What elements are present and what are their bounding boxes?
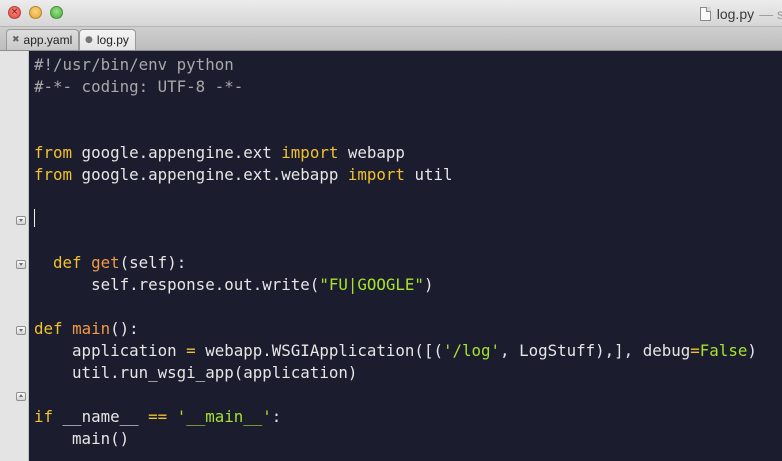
code-line[interactable]: application = webapp.WSGIApplication([('… <box>34 340 757 362</box>
code-token: = <box>690 341 700 360</box>
code-line[interactable]: def get(self): <box>34 252 186 274</box>
code-line[interactable]: main() <box>34 428 129 450</box>
tab-log-py[interactable]: ● log.py <box>79 29 136 50</box>
close-icon: × <box>10 7 19 17</box>
code-token: import <box>281 143 339 162</box>
document-icon <box>699 6 711 21</box>
close-window-button[interactable]: × <box>8 6 21 19</box>
fold-toggle-icon[interactable] <box>16 216 26 225</box>
code-line[interactable]: util.run_wsgi_app(application) <box>34 362 357 384</box>
code-token: __name__ <box>53 407 149 426</box>
window-title-area: log.py — s <box>699 0 782 27</box>
tab-label: app.yaml <box>23 33 73 47</box>
code-token: get <box>91 253 120 272</box>
tab-app-yaml[interactable]: ✖ app.yaml <box>6 29 80 50</box>
code-line[interactable]: from google.appengine.ext.webapp import … <box>34 164 453 186</box>
code-token: class <box>34 209 82 228</box>
code-line[interactable]: if __name__ == '__main__': <box>34 406 281 428</box>
code-token: google.appengine.ext.webapp <box>72 165 348 184</box>
code-token: ) <box>423 275 434 294</box>
code-token: : <box>271 407 282 426</box>
text-cursor <box>34 209 35 227</box>
code-token: util <box>404 165 453 184</box>
code-line[interactable]: class LogStuff(webapp.RequestHandler): <box>0 208 782 230</box>
code-line[interactable]: from google.appengine.ext import webapp <box>34 142 405 164</box>
unsaved-dot-icon[interactable]: ● <box>85 35 93 45</box>
code-token: application <box>34 341 187 360</box>
code-token: webapp <box>338 143 405 162</box>
code-token: webapp.RequestHandler <box>176 209 377 228</box>
minimize-window-button[interactable] <box>29 6 42 19</box>
code-token: self.response.out.write( <box>34 275 320 294</box>
code-token: google.appengine.ext <box>72 143 282 162</box>
code-token: = <box>186 341 196 360</box>
fold-toggle-icon[interactable] <box>16 260 26 269</box>
code-token: def <box>34 319 63 338</box>
title-bar: × log.py — s <box>0 0 782 27</box>
fold-toggle-icon[interactable] <box>16 326 26 335</box>
code-token: (self): <box>119 253 187 272</box>
code-token: from <box>34 165 73 184</box>
code-token: == <box>148 407 168 426</box>
code-line[interactable]: def main(): <box>34 318 139 340</box>
window-title-suffix: — s <box>759 5 782 22</box>
code-token: main <box>72 319 111 338</box>
window-title: log.py <box>716 5 755 22</box>
code-token: if <box>34 407 54 426</box>
code-token: main() <box>34 429 130 448</box>
code-token: webapp.WSGIApplication([( <box>195 341 443 360</box>
tab-bar: ✖ app.yaml ● log.py <box>0 27 782 51</box>
code-line[interactable]: #-*- coding: UTF-8 -*- <box>34 76 243 98</box>
editor-window: × log.py — s ✖ app.yaml ● log.py #!/usr/… <box>0 0 782 461</box>
code-token: '__main__' <box>176 407 272 426</box>
code-line[interactable]: #!/usr/bin/env python <box>34 54 234 76</box>
tab-label: log.py <box>96 33 129 47</box>
code-token: from <box>34 143 73 162</box>
code-line[interactable]: self.response.out.write("FU|GOOGLE") <box>34 274 433 296</box>
code-token: def <box>53 253 82 272</box>
code-token: #-*- coding: UTF-8 -*- <box>34 77 244 96</box>
code-token: ) <box>747 341 757 360</box>
fold-end-icon[interactable] <box>16 392 26 401</box>
code-token: (): <box>110 319 139 338</box>
line-gutter <box>0 51 29 461</box>
code-token: import <box>347 165 405 184</box>
code-token: util.run_wsgi_app(application) <box>34 363 358 382</box>
code-editor[interactable]: #!/usr/bin/env python #-*- coding: UTF-8 … <box>0 51 782 461</box>
code-token: LogStuff <box>91 209 168 228</box>
code-token: '/log' <box>442 341 501 360</box>
code-token: #!/usr/bin/env python <box>34 55 234 74</box>
code-token: "FU|GOOGLE" <box>319 275 424 294</box>
close-tab-icon[interactable]: ✖ <box>12 35 20 45</box>
code-token: ( <box>167 209 177 228</box>
code-token: False <box>699 341 748 360</box>
code-token: ): <box>376 209 396 228</box>
code-token: , LogStuff),], debug <box>500 341 691 360</box>
zoom-window-button[interactable] <box>50 6 63 19</box>
